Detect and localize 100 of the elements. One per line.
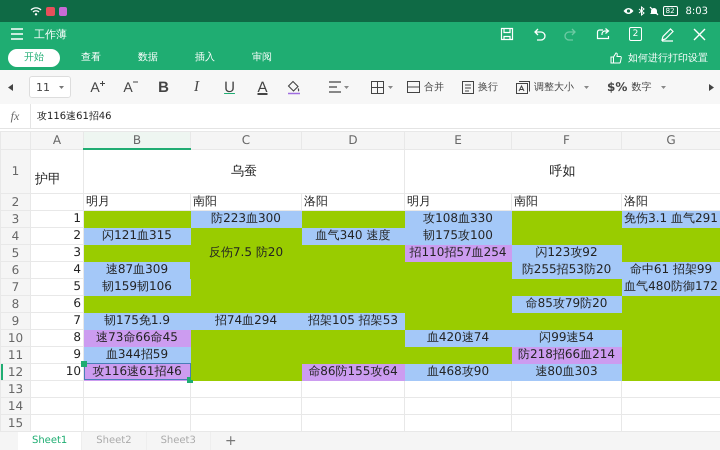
table-cell: 洛阳 xyxy=(622,193,720,210)
table-cell: 护甲 xyxy=(30,149,84,193)
row-header[interactable]: 4 xyxy=(0,227,30,244)
row-header[interactable]: 13 xyxy=(0,380,30,397)
table-cell: 韧159韧106 xyxy=(84,278,190,295)
button-label: 合并 xyxy=(424,80,444,94)
row-header[interactable]: 7 xyxy=(0,278,30,295)
page-count-button[interactable]: 2 xyxy=(629,27,642,41)
column-header[interactable]: A xyxy=(30,132,84,149)
table-cell: 速80血303 xyxy=(512,363,622,380)
close-icon[interactable] xyxy=(693,28,706,40)
table-cell: 闪123攻92 xyxy=(512,244,622,261)
ribbon-tab[interactable]: 数据 xyxy=(122,49,174,67)
resize-icon xyxy=(516,80,530,94)
table-cell: 闪99速54 xyxy=(512,329,622,346)
merge-button[interactable]: 合并 xyxy=(407,80,444,94)
plus-icon xyxy=(100,81,105,86)
table-cell: 南阳 xyxy=(512,193,622,210)
ribbon-tab[interactable]: 查看 xyxy=(65,49,117,67)
italic-button[interactable]: I xyxy=(180,78,213,96)
row-header[interactable]: 9 xyxy=(0,312,30,329)
wrap-text-icon xyxy=(462,80,474,94)
column-header[interactable]: C xyxy=(190,132,302,149)
column-header[interactable]: G xyxy=(622,132,720,149)
table-cell: 洛阳 xyxy=(302,193,404,210)
table-cell: 防255招53防20 xyxy=(512,261,622,278)
ribbon-tab[interactable]: 插入 xyxy=(179,49,231,67)
table-cell: 速87血309 xyxy=(84,261,190,278)
sheet-tab[interactable]: Sheet1 xyxy=(18,432,82,450)
bold-button[interactable]: B xyxy=(147,78,180,96)
add-sheet-button[interactable]: + xyxy=(210,432,251,450)
caret-icon xyxy=(59,86,64,88)
borders-icon[interactable] xyxy=(371,80,393,94)
minus-icon xyxy=(132,81,138,83)
row-header[interactable]: 14 xyxy=(0,397,30,414)
table-cell: 速73命66命45 xyxy=(84,329,190,346)
help-link[interactable]: 如何进行打印设置 xyxy=(628,51,708,65)
table-cell: 命86防155攻64 xyxy=(302,363,404,380)
thumbs-up-icon xyxy=(610,52,622,64)
row-header[interactable]: 12 xyxy=(0,363,30,380)
table-cell: 血420速74 xyxy=(404,329,512,346)
pencil-icon[interactable] xyxy=(660,26,675,42)
column-header[interactable]: B xyxy=(84,132,190,149)
formula-input[interactable]: 攻116速61招46 xyxy=(31,109,112,123)
row-header[interactable]: 15 xyxy=(0,414,30,431)
row-header[interactable]: 10 xyxy=(0,329,30,346)
wrap-button[interactable]: 换行 xyxy=(462,80,498,94)
row-header[interactable]: 11 xyxy=(0,346,30,363)
undo-icon[interactable] xyxy=(532,27,546,41)
button-label: 数字 xyxy=(631,80,652,94)
scroll-left-icon[interactable] xyxy=(8,84,13,90)
scroll-right-icon[interactable] xyxy=(709,84,714,90)
wifi-icon xyxy=(30,6,42,16)
number-format-button[interactable]: $% 数字 xyxy=(607,80,666,94)
underline-button[interactable]: U xyxy=(213,78,246,96)
row-header[interactable]: 8 xyxy=(0,295,30,312)
currency-symbol: $% xyxy=(607,80,628,94)
button-label: 调整大小 xyxy=(534,80,574,94)
share-icon[interactable] xyxy=(596,27,611,41)
table-cell: 攻108血330 xyxy=(404,210,512,227)
row-header[interactable]: 3 xyxy=(0,210,30,227)
column-header[interactable]: F xyxy=(512,132,622,149)
table-cell: 防223血300 xyxy=(190,210,302,227)
row-header[interactable]: 1 xyxy=(0,149,30,193)
table-cell: 闪121血315 xyxy=(84,227,190,244)
column-header[interactable]: D xyxy=(302,132,404,149)
menu-icon[interactable] xyxy=(10,28,24,40)
ribbon-tab[interactable]: 开始 xyxy=(8,49,60,67)
bluetooth-icon xyxy=(638,6,645,16)
font-size-dropdown[interactable]: 11 xyxy=(29,76,71,98)
table-cell: 命中61 招架99 xyxy=(622,261,720,278)
fill-bucket-icon[interactable] xyxy=(287,80,301,94)
column-header[interactable]: E xyxy=(404,132,512,149)
table-cell: 乌蚕 xyxy=(84,149,404,193)
document-title: 工作薄 xyxy=(34,26,67,42)
table-cell: 免伤3.1 血气291 xyxy=(622,210,720,227)
align-icon[interactable] xyxy=(329,81,349,93)
table-cell: 血344招59 xyxy=(84,346,190,363)
table-cell: 命85攻79防20 xyxy=(512,295,622,312)
function-label: fx xyxy=(0,104,31,128)
decrease-font-button[interactable]: A xyxy=(114,79,147,95)
table-cell: 招架105 招架53 xyxy=(302,312,404,329)
table-cell: 反伤7.5 防20 xyxy=(190,227,302,278)
row-header[interactable]: 2 xyxy=(0,193,30,210)
table-cell: 攻116速61招46 xyxy=(84,363,190,380)
row-header[interactable]: 6 xyxy=(0,261,30,278)
font-color-button[interactable]: A xyxy=(246,78,279,96)
mute-icon xyxy=(648,6,659,16)
caret-icon xyxy=(584,86,589,88)
row-header[interactable]: 5 xyxy=(0,244,30,261)
save-icon[interactable] xyxy=(500,27,514,41)
table-cell: 南阳 xyxy=(190,193,302,210)
resize-button[interactable]: 调整大小 xyxy=(516,80,589,94)
table-cell: 血气340 速度 xyxy=(302,227,404,244)
increase-font-button[interactable]: A xyxy=(81,79,114,95)
ribbon-tab[interactable]: 审阅 xyxy=(236,49,288,67)
table-cell: 明月 xyxy=(404,193,512,210)
table-cell: 血468攻90 xyxy=(404,363,512,380)
clock-time: 8:03 xyxy=(686,6,708,16)
table-cell: 韧175免1.9 xyxy=(84,312,190,329)
